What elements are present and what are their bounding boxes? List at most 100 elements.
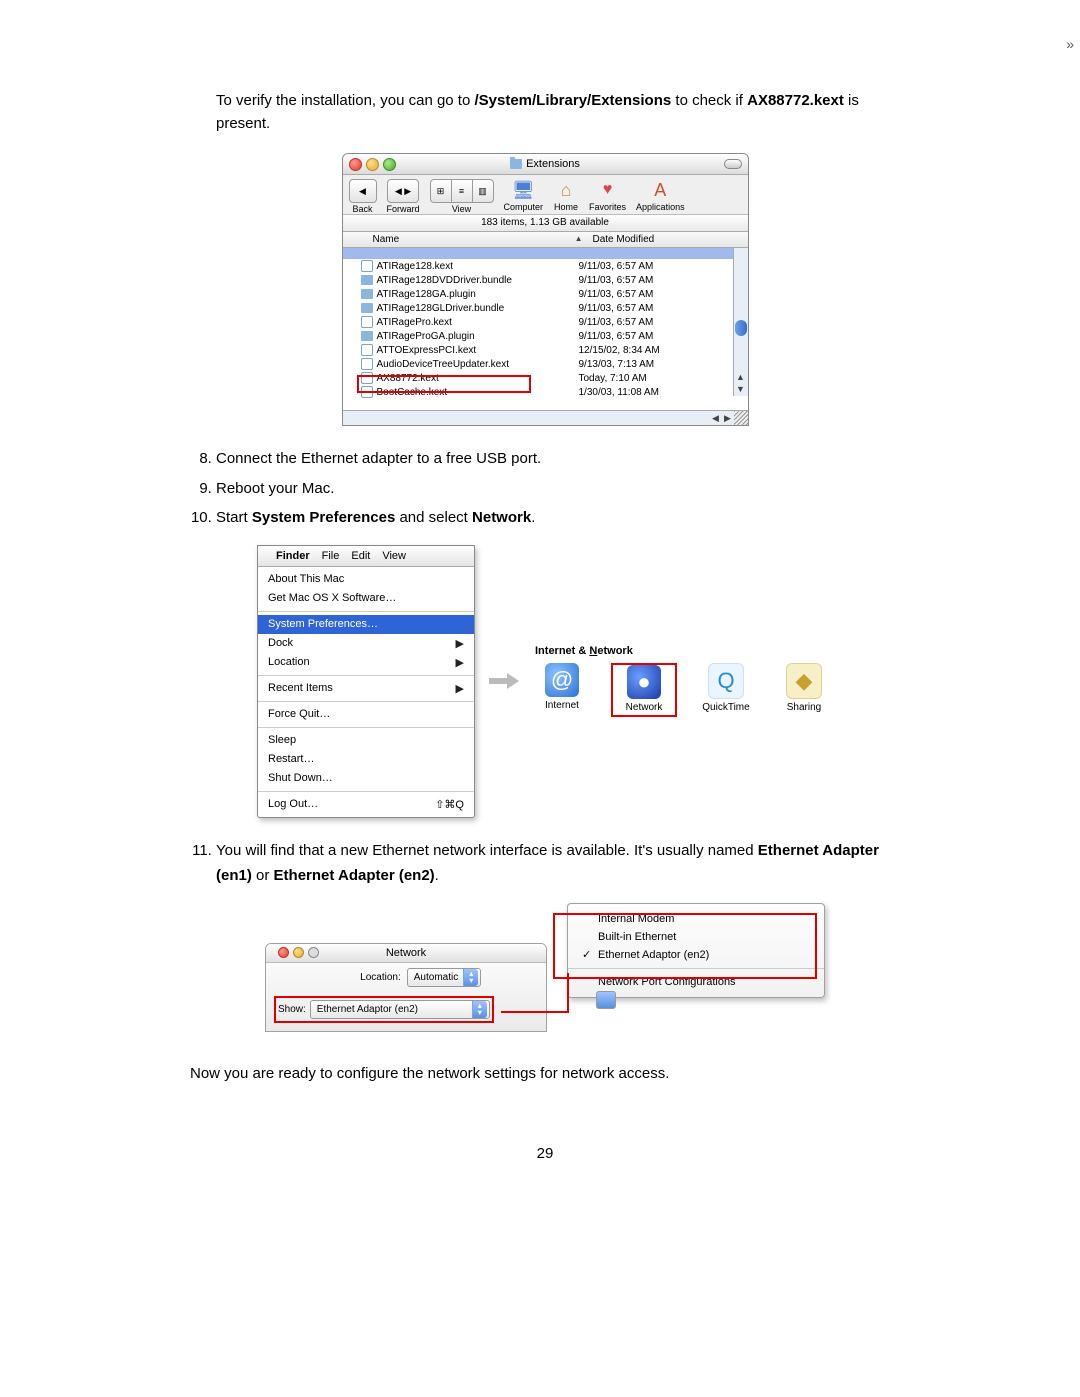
finder-title: Extensions (343, 158, 748, 170)
menu-restart[interactable]: Restart… (258, 750, 474, 769)
page-number: 29 (190, 1145, 900, 1162)
column-headers[interactable]: Name▲ Date Modified (343, 232, 748, 248)
network-title-text: Network (386, 947, 426, 959)
menu-sleep[interactable]: Sleep (258, 731, 474, 750)
resize-grip-icon[interactable] (734, 411, 748, 425)
pref-internet[interactable]: @Internet (533, 663, 591, 711)
forward-label: Forward (387, 204, 420, 214)
quicktime-icon: Q (708, 663, 744, 699)
annotation-connector (501, 1011, 569, 1013)
menu-forcequit[interactable]: Force Quit… (258, 705, 474, 724)
step-9: Reboot your Mac. (216, 476, 900, 502)
menu-view[interactable]: View (382, 550, 406, 562)
back-button[interactable]: ◀ (349, 179, 377, 203)
intro-kext: AX88772.kext (747, 92, 844, 109)
instruction-list: Connect the Ethernet adapter to a free U… (190, 446, 900, 531)
closing-paragraph: Now you are ready to configure the netwo… (190, 1063, 900, 1086)
toolbar-toggle-icon[interactable] (724, 159, 742, 169)
table-row[interactable]: ATTOExpressPCI.kext12/15/02, 8:34 AM (343, 343, 734, 357)
table-row[interactable]: BootCache.kext1/30/03, 11:08 AM (343, 385, 734, 399)
arrow-right-icon (489, 673, 519, 689)
table-row[interactable]: ATIRage128GLDriver.bundle9/11/03, 6:57 A… (343, 301, 734, 315)
chevron-updown-icon: ▴▾ (463, 969, 478, 986)
menu-separator (258, 701, 474, 702)
table-row[interactable]: ATIRage128DVDDriver.bundle9/11/03, 6:57 … (343, 273, 734, 287)
view-segmented[interactable]: ⊞≡▥ (430, 179, 494, 203)
pref-network[interactable]: ●Network (615, 665, 673, 713)
file-list[interactable]: ATIRage128.kext9/11/03, 6:57 AM ATIRage1… (343, 248, 748, 410)
submenu-arrow-icon: ▶ (456, 682, 464, 695)
home-icon[interactable]: ⌂ (553, 179, 579, 201)
intro-path: /System/Library/Extensions (474, 92, 671, 109)
close-icon[interactable] (278, 947, 289, 958)
sharing-icon: ◆ (786, 663, 822, 699)
sort-asc-icon: ▲ (575, 234, 583, 243)
menu-location[interactable]: Location▶ (258, 653, 474, 672)
minimize-icon[interactable] (293, 947, 304, 958)
menu-separator (258, 675, 474, 676)
dropdown-stepper-icon[interactable] (596, 991, 616, 1009)
finder-title-text: Extensions (526, 158, 580, 170)
favorites-icon[interactable]: ♥ (595, 179, 621, 201)
step-10: Start System Preferences and select Netw… (216, 505, 900, 531)
table-row[interactable]: AX88772.kextToday, 7:10 AM (343, 371, 734, 385)
scroll-left-icon[interactable]: ◀ (710, 411, 722, 425)
menu-sysprefs[interactable]: System Preferences… (258, 615, 474, 634)
kext-icon (361, 386, 373, 398)
location-select[interactable]: Automatic▴▾ (407, 968, 481, 987)
table-row[interactable]: ATIRage128GA.plugin9/11/03, 6:57 AM (343, 287, 734, 301)
table-row[interactable]: ATIRagePro.kext9/11/03, 6:57 AM (343, 315, 734, 329)
menu-recent[interactable]: Recent Items▶ (258, 679, 474, 698)
finder-toolbar: ◀Back ◀ ▶Forward ⊞≡▥View 🖥Computer ⌂Home… (343, 175, 748, 215)
home-label: Home (554, 202, 578, 212)
prefs-section-title: Internet & Network (533, 645, 833, 657)
step10-illustration: Finder File Edit View About This Mac Get… (190, 545, 900, 818)
intro-pre: To verify the installation, you can go t… (216, 92, 474, 109)
scroll-thumb[interactable] (735, 320, 747, 336)
plugin-icon (361, 331, 373, 341)
highlight-annotation: Show: Ethernet Adaptor (en2)▴▾ (274, 996, 494, 1023)
zoom-disabled-icon (308, 947, 319, 958)
show-select[interactable]: Ethernet Adaptor (en2)▴▾ (310, 1000, 490, 1019)
table-row[interactable]: AudioDeviceTreeUpdater.kext9/13/03, 7:13… (343, 357, 734, 371)
table-row[interactable]: ATIRage128.kext9/11/03, 6:57 AM (343, 259, 734, 273)
chevron-updown-icon: ▴▾ (472, 1001, 487, 1018)
pref-sharing[interactable]: ◆Sharing (775, 663, 833, 713)
scroll-down-icon[interactable]: ▼ (734, 384, 748, 396)
highlight-annotation (553, 913, 817, 979)
vertical-scrollbar[interactable]: ▲ ▼ (733, 248, 748, 396)
network-pref-window: Network Location: Automatic▴▾ Show: Ethe… (265, 943, 547, 1032)
sysprefs-section: Internet & Network @Internet ●Network QQ… (533, 645, 833, 717)
intro-paragraph: To verify the installation, you can go t… (216, 90, 900, 135)
menu-dock[interactable]: Dock▶ (258, 634, 474, 653)
step-8: Connect the Ethernet adapter to a free U… (216, 446, 900, 472)
menu-separator (258, 611, 474, 612)
menubar: Finder File Edit View (258, 546, 474, 567)
finder-titlebar: Extensions (343, 154, 748, 175)
kext-icon (361, 344, 373, 356)
pref-quicktime[interactable]: QQuickTime (697, 663, 755, 713)
horizontal-scrollbar[interactable]: ◀ ▶ (343, 410, 748, 425)
menu-edit[interactable]: Edit (351, 550, 370, 562)
menu-getsw[interactable]: Get Mac OS X Software… (258, 589, 474, 608)
show-label: Show: (278, 1004, 306, 1015)
instruction-list: You will find that a new Ethernet networ… (190, 838, 900, 889)
network-icon: ● (627, 665, 661, 699)
applications-icon[interactable]: A (647, 179, 673, 201)
menu-about[interactable]: About This Mac (258, 570, 474, 589)
location-row: Location: Automatic▴▾ (266, 963, 546, 992)
menu-shutdown[interactable]: Shut Down… (258, 769, 474, 788)
bundle-icon (361, 303, 373, 313)
menu-logout[interactable]: Log Out…⇧⌘Q (258, 795, 474, 814)
finder-statusbar: 183 items, 1.13 GB available (343, 215, 748, 232)
kext-icon (361, 358, 373, 370)
menu-finder[interactable]: Finder (276, 550, 310, 562)
menu-file[interactable]: File (322, 550, 340, 562)
scroll-right-icon[interactable]: ▶ (722, 411, 734, 425)
traffic-lights (278, 947, 319, 958)
table-row[interactable]: ATIRageProGA.plugin9/11/03, 6:57 AM (343, 329, 734, 343)
computer-icon[interactable]: 🖥 (510, 179, 536, 201)
internet-icon: @ (545, 663, 579, 697)
scroll-up-icon[interactable]: ▲ (734, 372, 748, 384)
forward-button[interactable]: ◀ ▶ (387, 179, 419, 203)
